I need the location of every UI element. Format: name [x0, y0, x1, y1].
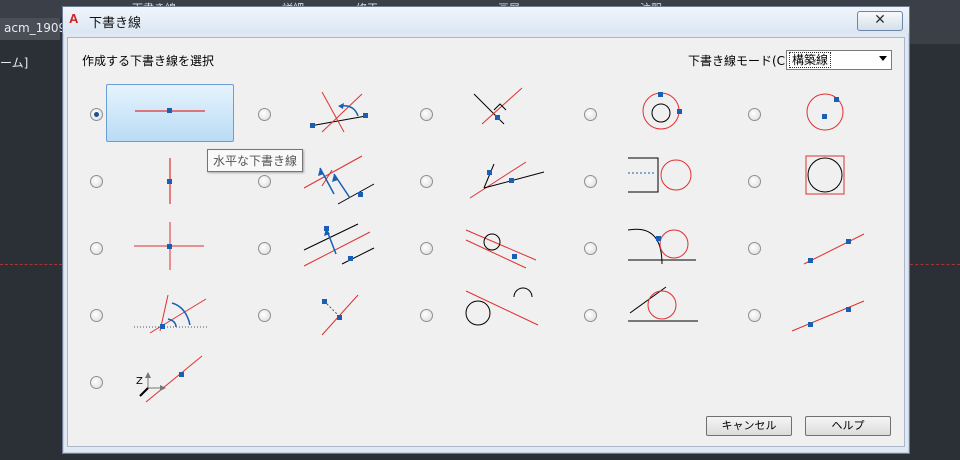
help-button[interactable]: ヘルプ: [805, 416, 891, 436]
mode-dropdown[interactable]: 構築線: [786, 50, 892, 70]
tangent-circle-to-line-icon[interactable]: [600, 152, 726, 208]
horizontal-line-icon[interactable]: [106, 84, 234, 142]
radio-line-through-two-points[interactable]: [748, 242, 761, 255]
angle-from-line-icon[interactable]: [436, 152, 562, 208]
close-button[interactable]: ✕: [857, 11, 903, 31]
radio-perpendicular-line[interactable]: [258, 309, 271, 322]
radio-circle-tangent-line-and-line[interactable]: [584, 309, 597, 322]
line-along-z-axis-icon[interactable]: Z: [106, 352, 232, 408]
circle-center-point-icon[interactable]: [764, 84, 890, 140]
background-dashed-line: [0, 264, 62, 265]
radio-circle-tangent-two-lines[interactable]: [584, 242, 597, 255]
circle-tangent-line-and-line-icon[interactable]: [600, 285, 726, 341]
autocad-logo-icon: A: [69, 11, 79, 26]
radio-line-two-points-alt[interactable]: [748, 309, 761, 322]
radio-tangent-to-two-circles[interactable]: [420, 309, 433, 322]
z-axis-label: Z: [136, 376, 143, 387]
select-line-label: 作成する下書き線を選択: [82, 54, 215, 68]
perpendicular-line-icon[interactable]: [274, 285, 400, 341]
tooltip: 水平な下書き線: [207, 149, 304, 172]
radio-vertical-line[interactable]: [90, 175, 103, 188]
radio-circle-center-point[interactable]: [748, 108, 761, 121]
parallel-at-distance-icon[interactable]: [274, 218, 400, 274]
angle-to-horizontal-icon[interactable]: [106, 285, 232, 341]
radio-parallel-offset-line[interactable]: [258, 175, 271, 188]
radio-horizontal-line[interactable]: [90, 108, 103, 121]
radio-bisector-line[interactable]: [420, 108, 433, 121]
bisector-line-icon[interactable]: [436, 84, 562, 140]
dialog-title: 下書き線: [89, 16, 142, 31]
mode-label: 下書き線モード(C):: [688, 54, 794, 68]
line-through-two-points-icon[interactable]: [764, 218, 890, 274]
background-status-text: ーム]: [0, 56, 29, 70]
circle-through-point-icon[interactable]: [600, 84, 726, 140]
circle-tangent-two-lines-icon[interactable]: [600, 218, 726, 274]
radio-tangent-line-to-circle[interactable]: [420, 242, 433, 255]
radio-angle-from-line[interactable]: [420, 175, 433, 188]
radio-tangent-circle-to-line[interactable]: [584, 175, 597, 188]
mode-dropdown-value: 構築線: [789, 52, 832, 68]
line-two-points-alt-icon[interactable]: [764, 285, 890, 341]
radio-angle-line-by-point[interactable]: [258, 108, 271, 121]
radio-circle-in-square[interactable]: [748, 175, 761, 188]
document-tab[interactable]: acm_1909: [0, 18, 66, 40]
circle-in-square-icon[interactable]: [764, 152, 890, 208]
background-panel: [908, 18, 960, 44]
drafting-line-dialog: A 下書き線 ✕ 作成する下書き線を選択 下書き線モード(C): 構築線 Z 水…: [62, 6, 910, 454]
tangent-to-two-circles-icon[interactable]: [436, 285, 562, 341]
cancel-button[interactable]: キャンセル: [706, 416, 792, 436]
radio-angle-to-horizontal[interactable]: [90, 309, 103, 322]
dialog-body: 作成する下書き線を選択 下書き線モード(C): 構築線 Z 水平な下書き線 キャ…: [67, 37, 905, 447]
background-dashed-line: [910, 264, 960, 265]
radio-line-along-z-axis[interactable]: [90, 376, 103, 389]
dialog-titlebar[interactable]: A 下書き線 ✕: [63, 7, 909, 33]
radio-parallel-at-distance[interactable]: [258, 242, 271, 255]
radio-cross-lines[interactable]: [90, 242, 103, 255]
angle-line-by-point-icon[interactable]: [274, 84, 400, 140]
document-tab-label: acm_1909: [4, 21, 67, 35]
radio-circle-through-point[interactable]: [584, 108, 597, 121]
chevron-down-icon: [879, 56, 887, 61]
cross-lines-icon[interactable]: [106, 218, 232, 274]
tangent-line-to-circle-icon[interactable]: [436, 218, 562, 274]
